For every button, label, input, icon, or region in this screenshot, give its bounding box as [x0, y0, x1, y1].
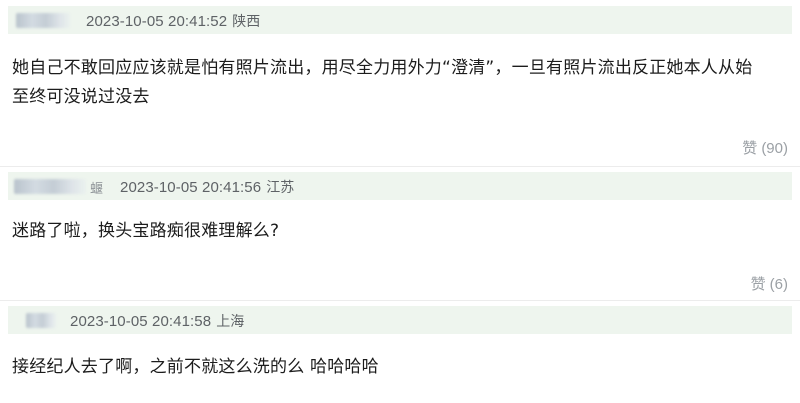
comment-text-line: 迷路了啦，换头宝路痴很难理解么?	[12, 221, 280, 241]
like-label: 赞	[750, 275, 766, 293]
like-count: (6)	[769, 276, 788, 293]
like-label: 赞	[742, 139, 758, 157]
blurred-username	[14, 179, 86, 194]
blurred-username	[26, 313, 56, 328]
like-count: (90)	[761, 140, 788, 157]
comment-meta-bar: 2023-10-05 20:41:58 上海	[8, 306, 792, 334]
comment-meta-bar: 蝘 2023-10-05 20:41:56 江苏	[8, 172, 792, 200]
username-tail: 蝘	[90, 182, 104, 197]
comment-location: 陕西	[232, 14, 261, 30]
comment-location: 上海	[216, 314, 245, 330]
comment-location: 江苏	[266, 180, 295, 196]
like-button[interactable]: 赞 (90)	[742, 137, 788, 158]
comment-timestamp: 2023-10-05 20:41:52 陕西	[86, 11, 260, 31]
timestamp-text: 2023-10-05 20:41:58	[70, 313, 212, 330]
comment-item: 蝘 2023-10-05 20:41:56 江苏 迷路了啦，换头宝路痴很难理解么?…	[0, 166, 800, 302]
comment-text: 她自己不敢回应应该就是怕有照片流出，用尽全力用外力“澄清”，一旦有照片流出反正她…	[12, 54, 788, 112]
timestamp-text: 2023-10-05 20:41:56	[120, 179, 262, 196]
comment-text-line: 她自己不敢回应应该就是怕有照片流出，用尽全力用外力“澄清”，一旦有照片流出反正她…	[12, 58, 753, 78]
comment-meta-bar: 2023-10-05 20:41:52 陕西	[8, 6, 792, 34]
like-button[interactable]: 赞 (6)	[751, 273, 788, 294]
blurred-username	[16, 13, 70, 28]
comment-text-line: 接经纪人去了啊，之前不就这么洗的么 哈哈哈哈	[12, 357, 379, 377]
comment-timestamp: 2023-10-05 20:41:56 江苏	[120, 177, 294, 197]
comment-item: 2023-10-05 20:41:52 陕西 她自己不敢回应应该就是怕有照片流出，…	[0, 0, 800, 160]
comment-item: 2023-10-05 20:41:58 上海 接经纪人去了啊，之前不就这么洗的么 …	[0, 300, 800, 403]
comment-text: 接经纪人去了啊，之前不就这么洗的么 哈哈哈哈	[12, 353, 788, 382]
comment-timestamp: 2023-10-05 20:41:58 上海	[70, 311, 244, 331]
comment-text: 迷路了啦，换头宝路痴很难理解么?	[12, 217, 788, 246]
comment-text-line: 至终可没说过没去	[12, 87, 150, 107]
timestamp-text: 2023-10-05 20:41:52	[86, 13, 228, 30]
